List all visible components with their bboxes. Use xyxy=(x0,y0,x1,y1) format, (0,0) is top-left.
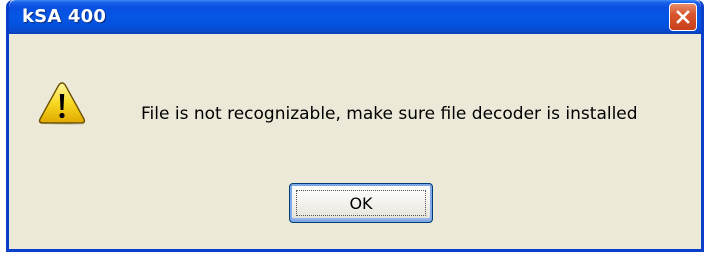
dialog-body: File is not recognizable, make sure file… xyxy=(9,34,701,249)
close-button[interactable] xyxy=(669,3,697,31)
close-icon xyxy=(676,10,690,24)
ok-button-label: OK xyxy=(349,193,373,213)
dialog-window: kSA 400 File is not recognizable, make s… xyxy=(6,0,704,252)
window-title: kSA 400 xyxy=(22,6,107,27)
warning-icon xyxy=(38,82,86,125)
dialog-message: File is not recognizable, make sure file… xyxy=(141,104,638,124)
title-bar[interactable]: kSA 400 xyxy=(9,0,701,34)
ok-button[interactable]: OK xyxy=(289,183,433,223)
